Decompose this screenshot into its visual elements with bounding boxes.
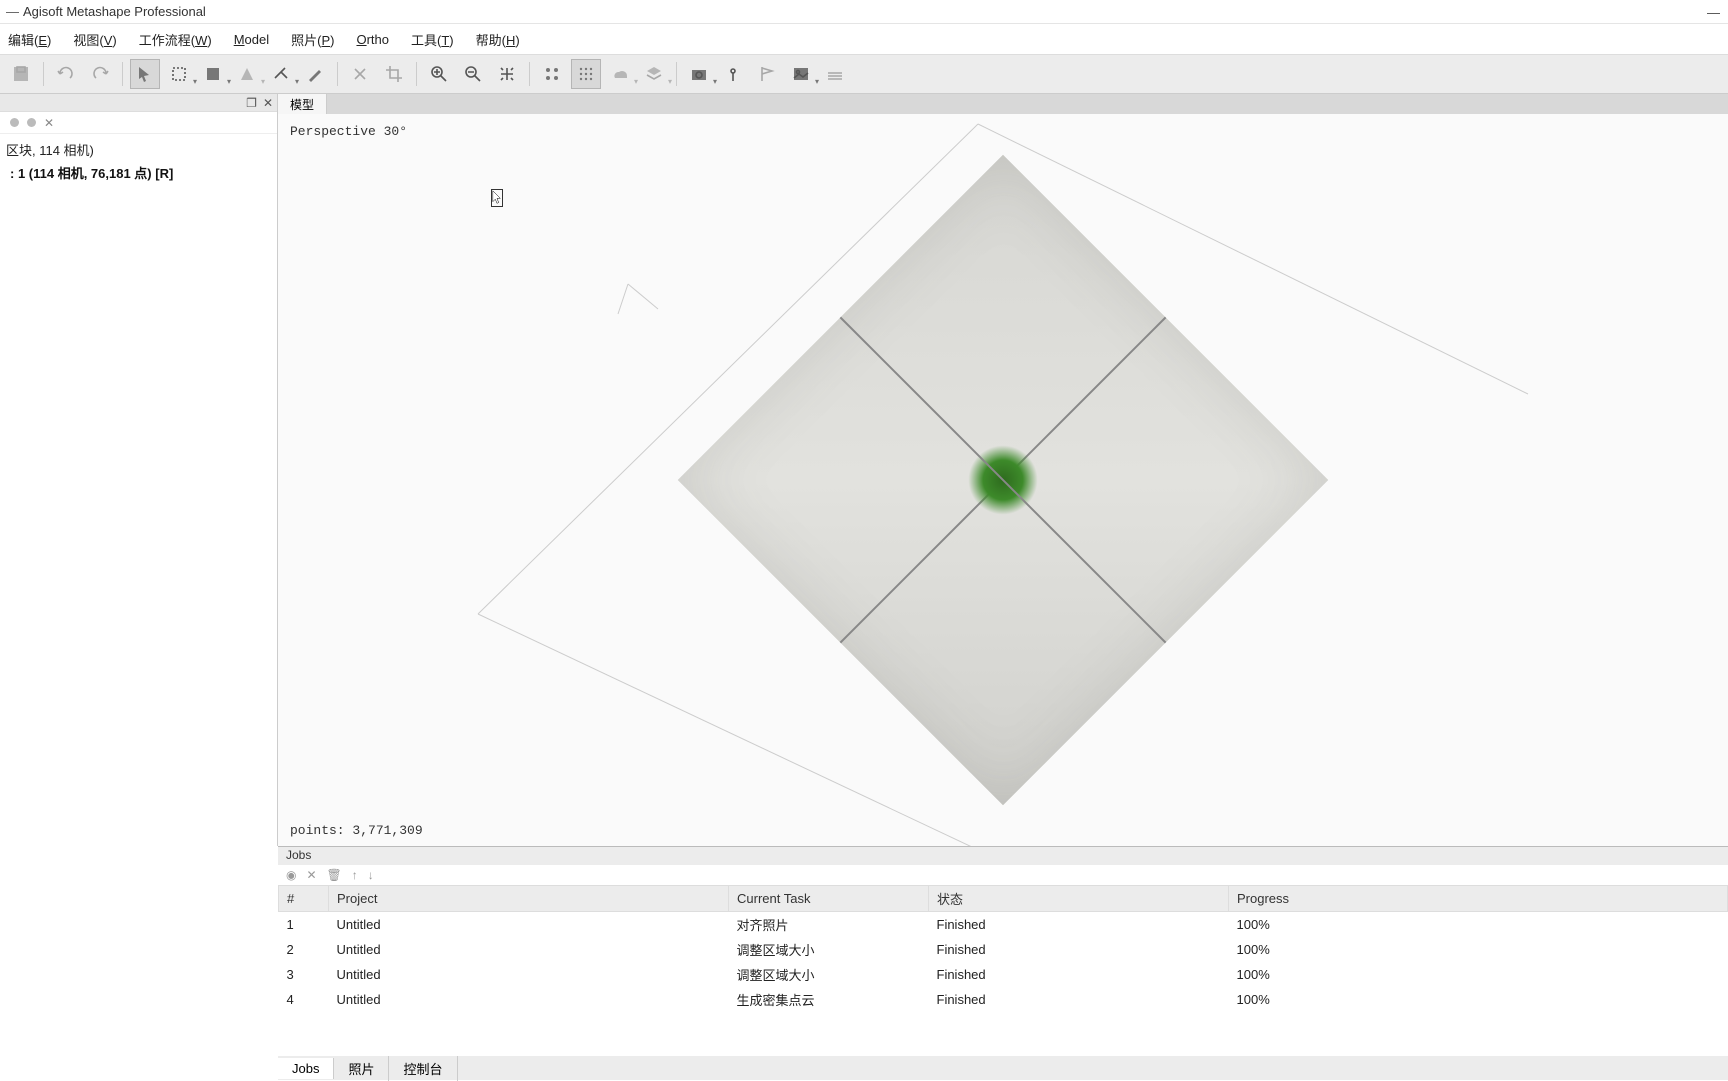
status-dot-icon	[10, 118, 19, 127]
tab-jobs[interactable]: Jobs	[278, 1058, 334, 1079]
title-bar: — Agisoft Metashape Professional —	[0, 0, 1728, 24]
separator	[337, 62, 338, 86]
plant-object	[968, 445, 1038, 515]
jobs-delete-icon[interactable]: 🗑	[327, 868, 342, 882]
crop-button[interactable]	[379, 59, 409, 89]
jobs-toolbar: ◉ ✕ 🗑 ↑ ↓	[278, 865, 1728, 885]
jobs-table: # Project Current Task 状态 Progress 1Unti…	[278, 885, 1728, 1056]
menu-photo[interactable]: 照片(P)	[291, 30, 334, 49]
draw-tool[interactable]	[300, 59, 330, 89]
separator	[416, 62, 417, 86]
rotate-region-tool[interactable]: ▾	[232, 59, 262, 89]
viewport-tab-bar: 模型	[278, 94, 1728, 114]
zoom-out-button[interactable]	[458, 59, 488, 89]
show-markers-button[interactable]	[718, 59, 748, 89]
jobs-up-icon[interactable]: ↑	[352, 868, 358, 882]
view-layers-button[interactable]: ▾	[639, 59, 669, 89]
sidebar-header: ❐ ✕	[0, 94, 277, 112]
col-number[interactable]: #	[279, 886, 329, 912]
rect-select-tool[interactable]: ▾	[164, 59, 194, 89]
view-dense-button[interactable]	[571, 59, 601, 89]
redo-button[interactable]	[85, 59, 115, 89]
navigate-tool[interactable]	[130, 59, 160, 89]
tree-chunk-summary[interactable]: 区块, 114 相机)	[6, 138, 271, 161]
3d-view[interactable]: Perspective 30° points: 3,771,309	[278, 114, 1728, 846]
sidebar-close-icon[interactable]: ✕	[263, 96, 273, 110]
points-label: points: 3,771,309	[290, 823, 423, 838]
separator	[43, 62, 44, 86]
separator	[529, 62, 530, 86]
menu-bar: 编辑(E) 视图(V) 工作流程(W) Model 照片(P) Ortho 工具…	[0, 24, 1728, 54]
jobs-down-icon[interactable]: ↓	[368, 868, 374, 882]
window-controls: —	[1707, 0, 1720, 24]
show-flags-button[interactable]	[752, 59, 782, 89]
col-task[interactable]: Current Task	[729, 886, 929, 912]
status-dot-icon	[27, 118, 36, 127]
jobs-cancel-icon[interactable]: ✕	[306, 868, 316, 882]
ruler-tool[interactable]: ▾	[266, 59, 296, 89]
perspective-label: Perspective 30°	[290, 124, 407, 139]
jobs-pause-icon[interactable]: ◉	[286, 868, 296, 882]
menu-ortho[interactable]: Ortho	[356, 32, 389, 47]
tab-console[interactable]: 控制台	[389, 1056, 457, 1081]
model-viewport: 模型 Perspective 30° points: 3,771,309	[278, 94, 1728, 846]
show-grid-button[interactable]	[820, 59, 850, 89]
zoom-in-button[interactable]	[424, 59, 454, 89]
tree-chunk-item[interactable]: : 1 (114 相机, 76,181 点) [R]	[6, 161, 271, 184]
table-row[interactable]: 3Untitled调整区域大小Finished100%	[279, 962, 1728, 987]
col-project[interactable]: Project	[329, 886, 729, 912]
menu-view[interactable]: 视图(V)	[73, 30, 116, 49]
table-row[interactable]: 2Untitled调整区域大小Finished100%	[279, 937, 1728, 962]
menu-tools[interactable]: 工具(T)	[411, 30, 454, 49]
toolbar: ▾ ▾ ▾ ▾ ▾ ▾ ▾ ▾	[0, 54, 1728, 94]
clear-icon[interactable]: ✕	[44, 116, 54, 130]
minimize-button[interactable]: —	[1707, 5, 1720, 20]
col-progress[interactable]: Progress	[1229, 886, 1728, 912]
window-title: Agisoft Metashape Professional	[23, 4, 206, 19]
delete-button[interactable]	[345, 59, 375, 89]
menu-workflow[interactable]: 工作流程(W)	[139, 30, 212, 49]
view-cloud-button[interactable]: ▾	[605, 59, 635, 89]
table-row[interactable]: 4Untitled生成密集点云Finished100%	[279, 987, 1728, 1012]
zoom-fit-button[interactable]	[492, 59, 522, 89]
menu-help[interactable]: 帮助(H)	[476, 30, 520, 49]
sidebar-mini-toolbar: ✕	[0, 112, 277, 134]
workspace-sidebar: ❐ ✕ ✕ 区块, 114 相机) : 1 (114 相机, 76,181 点)…	[0, 94, 278, 846]
bottom-tab-bar: Jobs 照片 控制台	[278, 1056, 1728, 1080]
undo-button[interactable]	[51, 59, 81, 89]
jobs-panel-title: Jobs	[278, 847, 1728, 865]
title-dash: —	[6, 4, 19, 19]
jobs-header-row: # Project Current Task 状态 Progress	[279, 886, 1728, 912]
separator	[676, 62, 677, 86]
sidebar-restore-icon[interactable]: ❐	[246, 96, 257, 110]
menu-edit[interactable]: 编辑(E)	[8, 30, 51, 49]
region-tool[interactable]: ▾	[198, 59, 228, 89]
table-row[interactable]: 1Untitled对齐照片Finished100%	[279, 912, 1728, 938]
tab-photos[interactable]: 照片	[334, 1056, 389, 1081]
jobs-panel: Jobs ◉ ✕ 🗑 ↑ ↓ # Project Current Task 状态…	[278, 846, 1728, 1056]
col-status[interactable]: 状态	[929, 886, 1229, 912]
menu-model[interactable]: Model	[234, 32, 269, 47]
save-button[interactable]	[6, 59, 36, 89]
separator	[122, 62, 123, 86]
workspace-tree[interactable]: 区块, 114 相机) : 1 (114 相机, 76,181 点) [R]	[0, 134, 277, 188]
main-area: ❐ ✕ ✕ 区块, 114 相机) : 1 (114 相机, 76,181 点)…	[0, 94, 1728, 846]
camera-capture-button[interactable]: ▾	[684, 59, 714, 89]
tab-model[interactable]: 模型	[278, 94, 327, 114]
cursor-icon	[491, 189, 503, 207]
view-sparse-button[interactable]	[537, 59, 567, 89]
show-images-button[interactable]: ▾	[786, 59, 816, 89]
